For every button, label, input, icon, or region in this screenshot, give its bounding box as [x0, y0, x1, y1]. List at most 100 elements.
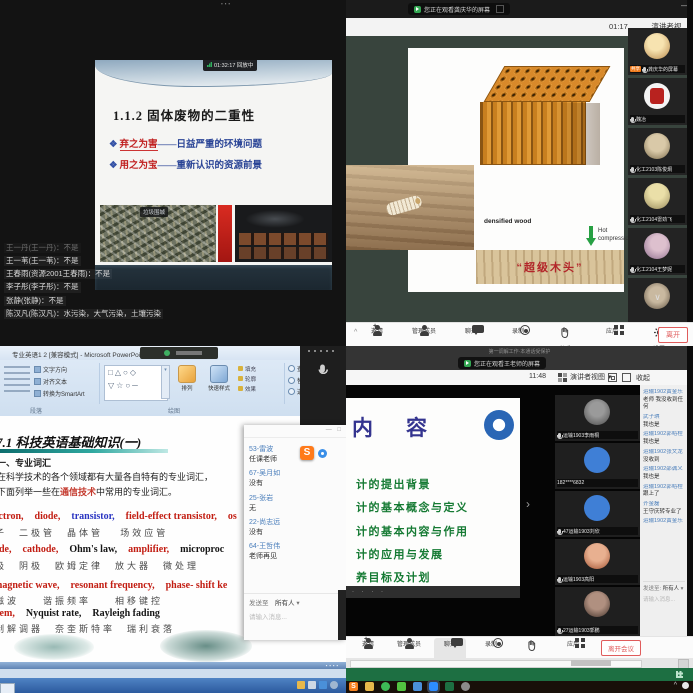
replay-time-badge: 01:32:17 回放中 — [203, 60, 257, 71]
diamond-bullet-icon: ❖ — [109, 140, 118, 150]
chat-input[interactable]: 请输入消息... — [643, 595, 685, 603]
chat-send-area: 发送至 所有人 ▾ 请输入消息... — [244, 593, 346, 624]
raise-hand-button[interactable]: 举手 — [548, 325, 582, 346]
wechat-icon[interactable] — [397, 682, 406, 691]
slide-title: 内 容 — [352, 412, 433, 442]
explorer-icon[interactable] — [365, 682, 374, 691]
chat-input[interactable]: 请输入消息... — [249, 611, 341, 621]
record-button[interactable]: 录制 — [501, 325, 535, 346]
participant-tile[interactable]: 27运输1903郭鹏 — [555, 587, 640, 636]
layout-toggle-icon[interactable] — [622, 373, 631, 382]
alignment-icons[interactable] — [4, 366, 30, 396]
presenter-mini-toolbar[interactable]: · · · · — [346, 586, 520, 598]
align-text-button[interactable]: 对齐文本 — [34, 377, 85, 389]
quick-styles-button[interactable]: 快速样式 — [204, 365, 234, 392]
more-dots-icon[interactable]: ⋯ — [220, 0, 232, 10]
send-target[interactable]: 所有人 — [275, 600, 295, 607]
windows-taskbar[interactable] — [0, 678, 346, 693]
apps-button[interactable]: 应用 — [595, 325, 629, 346]
slide-title: 1.1.2 固体废物的二重性 — [113, 105, 255, 124]
panel-window-icons[interactable]: — □ — [326, 427, 343, 433]
photo-caption-chip: 垃圾围城 — [140, 207, 168, 217]
participant-tile[interactable]: 化工2104王梦妮 — [628, 228, 687, 275]
mic-icon — [558, 529, 561, 534]
participant-tile[interactable]: 共享龚庆华的屏幕 — [628, 28, 687, 75]
window-caption: 第一调解工作·本通话受保护 — [346, 348, 693, 355]
horizontal-scrollbar[interactable] — [346, 658, 693, 668]
chat-overlay: 王一丹(王一丹)：不是 王一苇(王一苇)：不是 王春雨(资源2001王春雨)：不… — [4, 243, 194, 322]
shape-effects-button[interactable]: 效果 — [238, 386, 256, 396]
participant-tile[interactable]: 47运输1903刘欣 — [555, 491, 640, 537]
app-icon[interactable] — [461, 682, 470, 691]
notification-icon[interactable] — [682, 682, 689, 689]
shape-outline-button[interactable]: 轮廓 — [238, 376, 256, 386]
system-tray[interactable] — [297, 681, 338, 689]
participant-tile[interactable]: 运输1903李雨桐 — [555, 395, 640, 441]
send-to-row[interactable]: 发送至: 所有人 ▾ — [643, 584, 685, 592]
status-bar: ▪▪▪▪ — [0, 662, 346, 669]
window-title: 专业英语1 2 [兼容模式] - Microsoft PowerPoint — [12, 349, 146, 359]
volume-icon[interactable] — [319, 681, 327, 689]
send-to-row[interactable]: 发送至 所有人 ▾ — [249, 597, 341, 607]
app-icon[interactable] — [381, 682, 390, 691]
text-direction-button[interactable]: 文字方向 — [34, 365, 85, 377]
tencent-meeting-icon[interactable] — [429, 682, 438, 691]
view-zoom-icons[interactable]: ▪▪▪▪ — [326, 663, 340, 668]
shape-fill-button[interactable]: 填充 — [238, 366, 256, 376]
floating-meeting-thumb[interactable] — [140, 347, 218, 359]
fullscreen-icon[interactable] — [608, 373, 617, 382]
hand-icon — [559, 325, 571, 342]
section-heading: 一、专业词汇 — [0, 456, 51, 469]
invite-button[interactable]: +邀请 — [360, 325, 394, 346]
clock-icon[interactable] — [330, 681, 338, 689]
convert-smartart-button[interactable]: 转换为SmartArt — [34, 389, 85, 401]
vocab-en-row: dem,Nyquist rate,Rayleigh fading — [0, 608, 171, 619]
speaker-view-button[interactable]: 演讲者视图 ▾ — [558, 372, 612, 382]
chat-panel-header: — □ — [244, 425, 346, 438]
input-method-icon[interactable] — [318, 449, 327, 458]
chat-sender: 25-张岩 — [249, 494, 342, 504]
gallery-scroll[interactable]: ▾ — [161, 365, 170, 399]
participant-tile[interactable]: 运输1903高阳 — [555, 539, 640, 585]
leave-meeting-button[interactable]: 离开会议 — [601, 640, 641, 656]
window-title-bar[interactable]: 专业英语1 2 [兼容模式] - Microsoft PowerPoint — [0, 346, 346, 361]
folder-icon[interactable] — [297, 681, 305, 689]
collapse-button[interactable]: 收起 — [636, 373, 650, 383]
manage-members-button[interactable]: 管理成员 — [407, 325, 441, 346]
system-tray[interactable]: ^ — [674, 682, 689, 689]
scrollbar-thumb[interactable] — [571, 660, 611, 666]
next-arrow-icon[interactable]: › — [526, 497, 530, 511]
chat-message: 张静(张静)：不是 — [4, 296, 66, 306]
chat-button[interactable]: 聊天 — [454, 325, 488, 346]
mic-icon — [558, 577, 561, 582]
layout-icon — [558, 373, 567, 382]
tray-icon[interactable] — [308, 681, 316, 689]
send-target[interactable]: 所有人 — [663, 586, 680, 592]
participant-tile[interactable]: 182****6832 — [555, 443, 640, 489]
vocab-cn-row: 子 二极管 晶体管 场效应管 — [0, 526, 168, 539]
arrange-button[interactable]: 排列 — [172, 365, 202, 392]
leave-meeting-button[interactable]: 离开 — [658, 327, 688, 343]
vocab-en-row: magnetic wave,resonant frequency,phase- … — [0, 580, 238, 591]
signal-icon — [207, 62, 212, 67]
mic-icon[interactable] — [320, 365, 325, 373]
participant-tile[interactable]: 化工2104雷劲飞 — [628, 178, 687, 225]
popup-icon[interactable] — [496, 5, 504, 13]
participant-tile[interactable]: ∨ — [628, 278, 687, 322]
shapes-gallery[interactable]: □△○◇ ▽☆○─ — [104, 365, 168, 401]
mic-expand-caret[interactable]: ^ — [354, 329, 357, 336]
windows-taskbar[interactable]: S ^ — [346, 681, 693, 693]
taskbar-corner[interactable] — [0, 683, 15, 693]
collapse-chevron-icon[interactable]: ∨ — [628, 292, 687, 303]
participant-tile[interactable]: 魏冶 — [628, 78, 687, 125]
group-divider — [99, 363, 100, 404]
sogou-input-icon[interactable]: S — [300, 446, 314, 460]
participant-tile[interactable]: 化工2103陈俊炯 — [628, 128, 687, 175]
watercolor-tree-image — [160, 630, 252, 662]
ribbon: 文字方向 对齐文本 转换为SmartArt □△○◇ ▽☆○─ ▾ 排列 快速样… — [0, 360, 346, 416]
tray-expand-caret[interactable]: ^ — [674, 682, 677, 689]
link-icon[interactable] — [413, 682, 422, 691]
super-wood-banner: “超级木头” — [476, 250, 624, 284]
excel-icon[interactable] — [445, 682, 454, 691]
sogou-input-icon[interactable]: S — [349, 682, 358, 691]
